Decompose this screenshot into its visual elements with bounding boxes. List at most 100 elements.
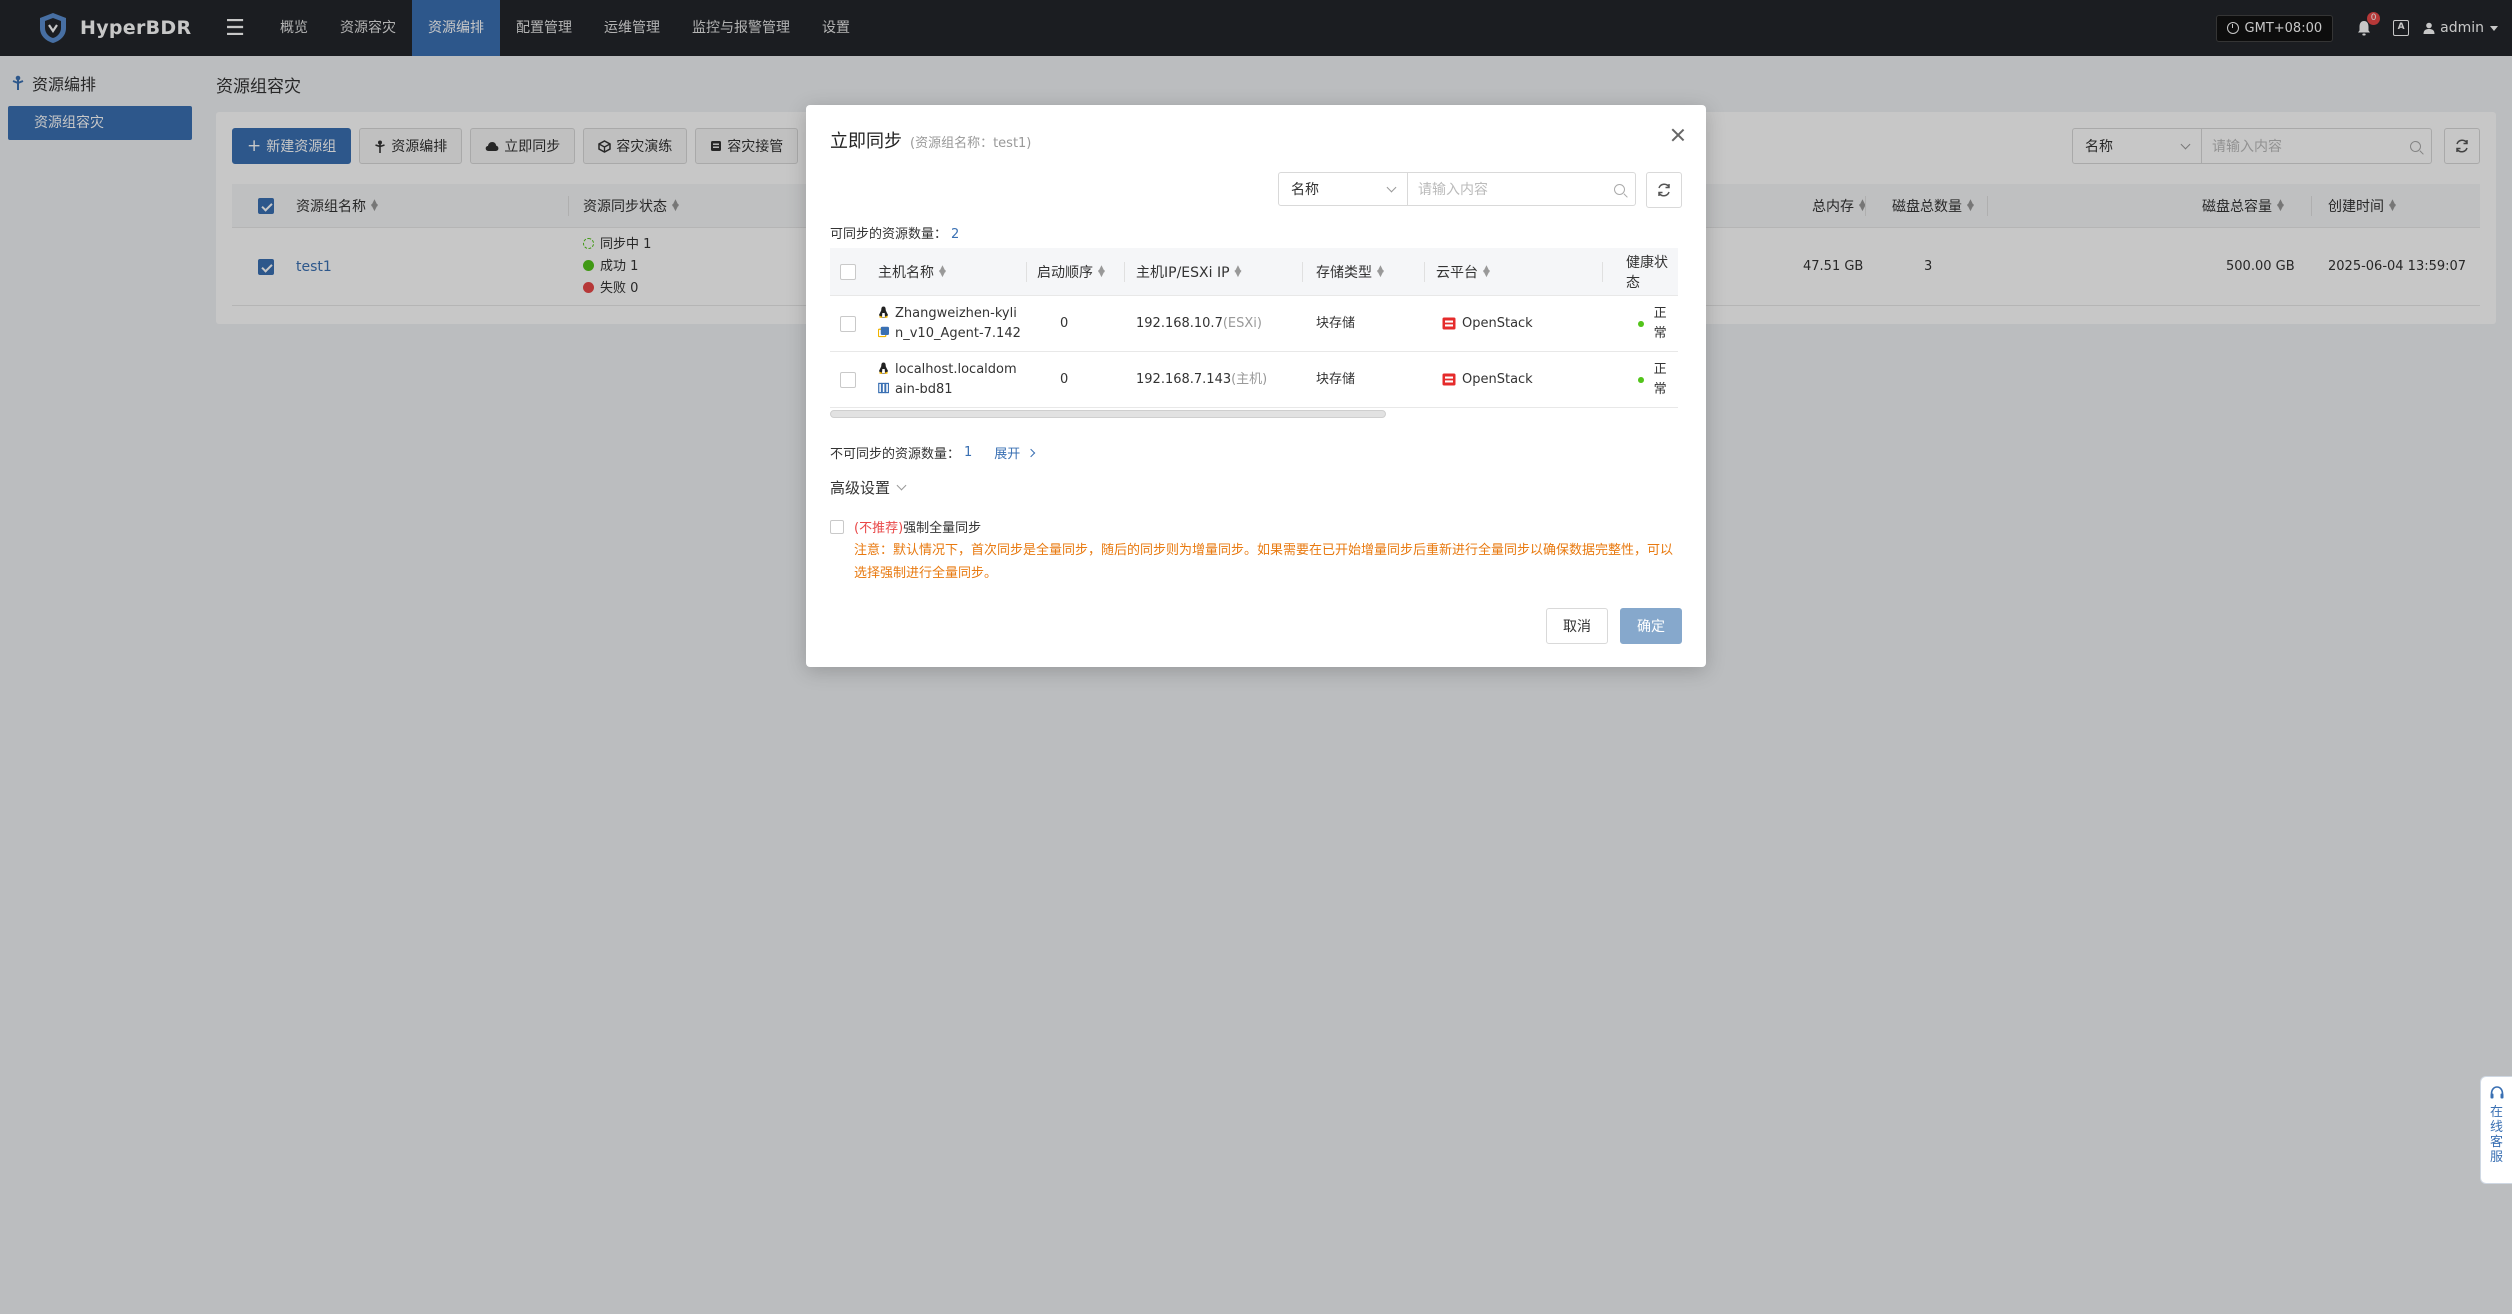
row-select-cell <box>840 296 856 351</box>
unsyncable-count-value: 1 <box>964 445 973 460</box>
service-char-3: 客 <box>2489 1135 2503 1150</box>
column-divider <box>1302 262 1303 282</box>
col-host-name-label: 主机名称 <box>878 264 934 281</box>
col-boot-order[interactable]: 启动顺序 ▲ ▼ <box>1037 248 1105 295</box>
host-ip-tag: (ESXi) <box>1222 315 1262 331</box>
openstack-icon <box>1442 373 1456 386</box>
row-checkbox[interactable] <box>840 371 856 388</box>
dialog-search-placeholder: 请输入内容 <box>1418 182 1488 198</box>
cloud-platform-cell: OpenStack <box>1442 296 1533 351</box>
dialog-subtitle: (资源组名称：test1) <box>910 136 1032 151</box>
health-cell: 正常 <box>1638 296 1678 351</box>
host-name-part-1: Zhangweizhen-kyli <box>895 305 1017 321</box>
sort-icon: ▲ ▼ <box>939 263 946 279</box>
unsyncable-count-label: 不可同步的资源数量： <box>830 447 961 462</box>
dialog-search-group: 名称 请输入内容 <box>1278 172 1636 206</box>
col-health[interactable]: 健康状态 <box>1626 248 1678 295</box>
confirm-button[interactable]: 确定 <box>1620 608 1682 644</box>
col-host-name[interactable]: 主机名称 ▲ ▼ <box>878 248 946 295</box>
service-char-2: 线 <box>2489 1120 2503 1135</box>
column-divider <box>1026 262 1027 282</box>
chevron-down-icon <box>1386 182 1397 192</box>
openstack-icon <box>1442 317 1456 330</box>
advanced-settings-toggle[interactable]: 高级设置 <box>830 477 907 498</box>
expand-label: 展开 <box>994 447 1021 462</box>
row-select-cell <box>840 352 856 407</box>
sort-icon: ▲ ▼ <box>1098 263 1105 279</box>
dialog-search-input[interactable]: 请输入内容 <box>1408 172 1636 206</box>
chevron-down-icon <box>896 480 907 491</box>
boot-order-cell: 0 <box>1060 371 1069 387</box>
cloud-platform-cell: OpenStack <box>1442 352 1533 407</box>
column-divider <box>1124 262 1125 282</box>
health-ok-icon <box>1638 320 1644 327</box>
host-name-part-2: ain-bd81 <box>895 381 953 397</box>
host-name-lines: Zhangweizhen-kyli n_v10_Agent-7.142 <box>878 304 1021 344</box>
table-horizontal-scrollbar[interactable] <box>830 410 1386 418</box>
syncable-resource-table: 主机名称 ▲ ▼ 启动顺序 ▲ ▼ 主机IP/ESXi IP ▲ ▼ 存储类型 ▲ ▼ 云平台 ▲… <box>830 248 1678 408</box>
vm-icon <box>878 326 889 337</box>
health-ok-icon <box>1638 376 1644 383</box>
syncable-count-label: 可同步的资源数量： <box>830 227 948 242</box>
host-name-line-2: n_v10_Agent-7.142 <box>878 324 1021 344</box>
table-row[interactable]: Zhangweizhen-kyli n_v10_Agent-7.142 0 19… <box>830 296 1678 352</box>
search-icon <box>1614 183 1625 195</box>
host-name-cell: localhost.localdom ain-bd81 <box>878 352 1017 407</box>
host-name-lines: localhost.localdom ain-bd81 <box>878 360 1017 400</box>
col-boot-order-label: 启动顺序 <box>1037 264 1093 281</box>
cancel-button[interactable]: 取消 <box>1546 608 1608 644</box>
host-name-line-1: localhost.localdom <box>878 360 1017 380</box>
unsyncable-count: 不可同步的资源数量： 1 展开 <box>830 443 1036 462</box>
chevron-right-icon <box>1027 448 1036 457</box>
force-full-sync-checkbox[interactable] <box>830 519 844 534</box>
dialog-search-field-value: 名称 <box>1291 182 1319 198</box>
cloud-platform-value: OpenStack <box>1462 371 1533 387</box>
dialog-refresh-button[interactable] <box>1646 172 1682 208</box>
sort-icon: ▲ ▼ <box>1234 263 1242 279</box>
syncable-count: 可同步的资源数量： 2 <box>830 223 959 242</box>
table-row[interactable]: localhost.localdom ain-bd81 0 192.168.7.… <box>830 352 1678 408</box>
host-ip-cell: 192.168.7.143 (主机) <box>1136 352 1267 407</box>
service-char-1: 在 <box>2489 1105 2503 1120</box>
host-name-part-1: localhost.localdom <box>895 361 1017 377</box>
headset-icon <box>2490 1086 2503 1099</box>
dialog-title: 立即同步 (资源组名称：test1) <box>830 127 1031 153</box>
row-checkbox[interactable] <box>840 315 856 332</box>
health-value: 正常 <box>1653 305 1667 341</box>
dialog-search-field-select[interactable]: 名称 <box>1278 172 1408 206</box>
sort-icon: ▲ ▼ <box>1483 263 1490 279</box>
col-host-ip[interactable]: 主机IP/ESXi IP ▲ ▼ <box>1136 248 1241 295</box>
host-ip-tag: (主机) <box>1231 371 1268 387</box>
service-char-4: 服 <box>2489 1150 2503 1165</box>
host-ip-value: 192.168.7.143 <box>1136 371 1232 387</box>
dialog-select-all-checkbox[interactable] <box>840 263 856 280</box>
column-divider <box>1424 262 1425 282</box>
dialog-table-header: 主机名称 ▲ ▼ 启动顺序 ▲ ▼ 主机IP/ESXi IP ▲ ▼ 存储类型 ▲ ▼ 云平台 ▲… <box>830 248 1678 296</box>
health-cell: 正常 <box>1638 352 1678 407</box>
close-icon[interactable] <box>1670 127 1686 143</box>
host-ip-cell: 192.168.10.7 (ESXi) <box>1136 296 1262 351</box>
force-sync-note: 注意：默认情况下，首次同步是全量同步，随后的同步则为增量同步。如果需要在已开始增… <box>854 543 1674 581</box>
storage-type-cell: 块存储 <box>1316 315 1356 331</box>
health-value: 正常 <box>1653 361 1667 397</box>
not-recommended-tag: (不推荐) <box>854 521 904 536</box>
col-storage-type[interactable]: 存储类型 ▲ ▼ <box>1316 248 1384 295</box>
linux-icon <box>879 362 888 374</box>
boot-order-cell: 0 <box>1060 315 1069 331</box>
linux-icon <box>879 306 888 318</box>
cloud-platform-value: OpenStack <box>1462 315 1533 331</box>
col-storage-type-label: 存储类型 <box>1316 264 1372 281</box>
storage-type-cell: 块存储 <box>1316 371 1356 387</box>
advanced-settings-label: 高级设置 <box>830 479 891 497</box>
col-health-label: 健康状态 <box>1626 254 1668 291</box>
dialog-footer: 取消 确定 <box>1534 608 1682 644</box>
expand-unsyncable-link[interactable]: 展开 <box>994 443 1036 462</box>
col-host-ip-label: 主机IP/ESXi IP <box>1136 264 1230 281</box>
host-name-cell: Zhangweizhen-kyli n_v10_Agent-7.142 <box>878 296 1021 351</box>
sync-now-dialog: 立即同步 (资源组名称：test1) 名称 请输入内容 可同步的资源数量： 2 主 <box>806 105 1706 667</box>
host-name-part-2: n_v10_Agent-7.142 <box>895 325 1021 341</box>
syncable-count-value: 2 <box>951 227 960 242</box>
col-cloud-platform[interactable]: 云平台 ▲ ▼ <box>1436 248 1490 295</box>
force-full-sync-option: (不推荐) 强制全量同步 <box>830 517 981 536</box>
online-service-tab[interactable]: 在 线 客 服 <box>2480 1076 2512 1184</box>
